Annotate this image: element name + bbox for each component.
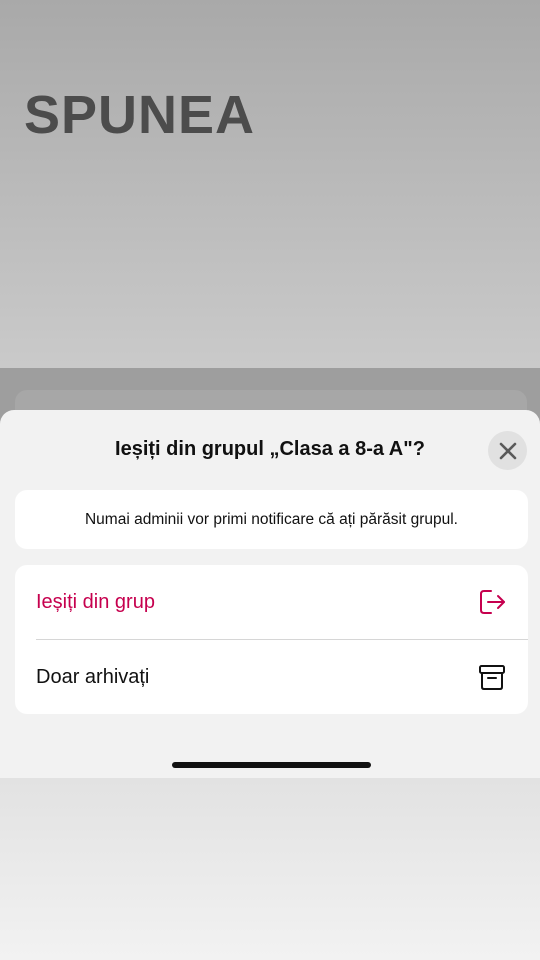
archive-icon: [479, 665, 505, 690]
background-footer: [0, 778, 540, 960]
app-title: SPUNEA: [24, 85, 256, 145]
actions-card: Ieșiți din grup Doar arhivați: [15, 565, 528, 714]
archive-only-button[interactable]: Doar arhivați: [15, 640, 528, 714]
archive-only-label: Doar arhivați: [36, 665, 150, 688]
home-indicator: [172, 762, 371, 768]
sheet-title: Ieșiți din grupul „Clasa a 8-a A"?: [115, 438, 425, 460]
leave-group-label: Ieșiți din grup: [36, 590, 155, 613]
leave-group-button[interactable]: Ieșiți din grup: [15, 565, 528, 639]
close-button[interactable]: [488, 431, 527, 470]
notice-text: Numai adminii vor primi notificare că aț…: [84, 510, 458, 528]
background-header: SPUNEA: [0, 0, 540, 368]
exit-icon: [480, 590, 505, 614]
leave-group-sheet: Ieșiți din grupul „Clasa a 8-a A"? Numai…: [0, 410, 540, 778]
notice-card: Numai adminii vor primi notificare că aț…: [15, 490, 528, 549]
close-icon: [499, 442, 516, 459]
